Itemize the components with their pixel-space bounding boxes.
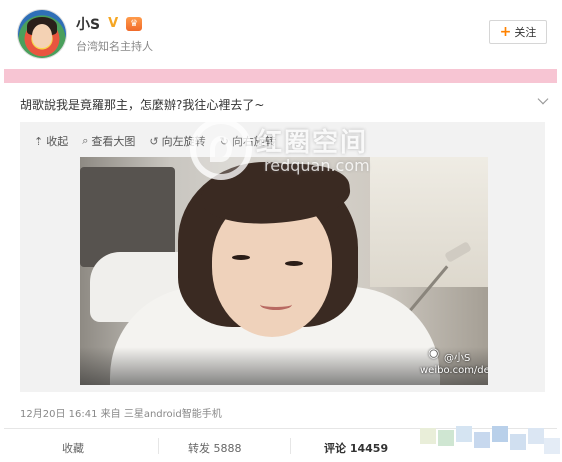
weibo-post-card: 小S V ♛ 台湾知名主持人 + 关注 胡歌說我是竟羅那主，怎麼辦?我往心裡去了… <box>0 0 562 462</box>
mosaic-cell <box>544 438 560 454</box>
photo-window <box>370 157 488 287</box>
follow-label: 关注 <box>514 26 537 39</box>
search-icon: ⌕ <box>82 134 89 147</box>
mosaic-cell <box>456 426 472 442</box>
follow-button[interactable]: + 关注 <box>489 20 547 44</box>
mosaic-cell <box>420 428 436 444</box>
photo-eye-right <box>285 261 303 266</box>
rotate-left-icon: ↺ <box>149 134 159 148</box>
post-device[interactable]: 三星android智能手机 <box>124 409 222 420</box>
repost-button[interactable]: 转发 5888 <box>188 440 242 456</box>
avatar-face <box>32 24 52 48</box>
collapse-arrow-icon: ⇡ <box>34 134 44 148</box>
user-name[interactable]: 小S <box>76 14 100 34</box>
user-description: 台湾知名主持人 <box>76 40 153 53</box>
photo-mouth <box>260 299 292 310</box>
comment-button[interactable]: 评论 14459 <box>324 440 388 456</box>
post-time[interactable]: 12月20日 16:41 <box>20 409 97 420</box>
post-text: 胡歌說我是竟羅那主，怎麼辦?我往心裡去了~ <box>20 98 265 112</box>
vip-badge-icon: ♛ <box>126 17 143 31</box>
mosaic-cell <box>474 432 490 448</box>
mosaic-cell <box>528 428 544 444</box>
avatar[interactable] <box>18 10 66 58</box>
mosaic-cell <box>492 426 508 442</box>
post-from: 来自 <box>100 409 121 420</box>
photo-eye-left <box>232 255 250 260</box>
favorite-button[interactable]: 收藏 <box>62 440 84 456</box>
name-row: 小S V ♛ <box>76 14 143 34</box>
mosaic-blur-patch <box>420 420 562 462</box>
view-large-button[interactable]: ⌕ 查看大图 <box>82 133 135 149</box>
rotate-left-button[interactable]: ↺ 向左旋转 <box>149 133 205 149</box>
mosaic-cell <box>438 430 454 446</box>
rotate-right-button[interactable]: ↻ 向右旋转 <box>220 133 276 149</box>
collapse-button[interactable]: ⇡ 收起 <box>34 133 68 149</box>
verified-v-icon: V <box>108 16 119 31</box>
rotate-right-label: 向右旋转 <box>231 135 276 148</box>
plus-icon: + <box>499 24 512 40</box>
action-separator <box>290 438 291 454</box>
media-toolbar: ⇡ 收起 ⌕ 查看大图 ↺ 向左旋转 ↻ 向右旋转 <box>34 133 276 149</box>
photo-credit-handle: @小S <box>444 353 471 364</box>
post-meta: 12月20日 16:41 来自 三星android智能手机 <box>20 405 222 420</box>
view-large-label: 查看大图 <box>91 135 136 148</box>
post-photo[interactable]: ◉ @小S weibo.com/dees <box>80 157 488 385</box>
rotate-right-icon: ↻ <box>219 134 229 148</box>
collapse-label: 收起 <box>46 135 69 148</box>
action-separator <box>158 438 159 454</box>
photo-credit-url: weibo.com/dees <box>420 365 488 376</box>
mosaic-cell <box>510 434 526 450</box>
pink-banner <box>4 69 557 83</box>
weibo-logo-icon: ◉ <box>428 346 440 361</box>
rotate-left-label: 向左旋转 <box>161 135 206 148</box>
chevron-down-icon[interactable] <box>537 93 549 105</box>
